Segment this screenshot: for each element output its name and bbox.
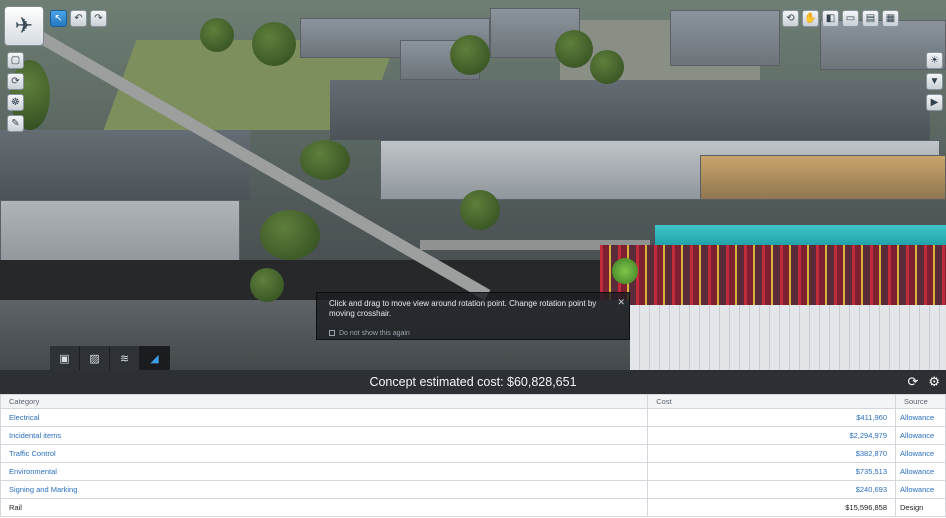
tooltip-hint[interactable]: Do not show this again <box>329 329 410 339</box>
category-link[interactable]: Signing and Marking <box>0 480 649 499</box>
station-canopy <box>655 225 946 247</box>
station-platform <box>630 305 946 370</box>
category-link[interactable]: Incidental items <box>0 426 649 445</box>
table-row: Incidental items $2,294,979 Allowance <box>0 426 946 445</box>
panel-header: Concept estimated cost: $60,828,651 ⟳ ⚙ <box>0 370 946 394</box>
column-header-source[interactable]: Source <box>895 394 946 409</box>
cost-table: Category Cost Source Electrical $411,960… <box>0 394 946 517</box>
panel-title: Concept estimated cost: $60,828,651 <box>369 375 577 389</box>
source-link[interactable]: Allowance <box>895 444 946 463</box>
column-header-category[interactable]: Category <box>0 394 649 409</box>
orbit-icon[interactable]: ⟲ <box>782 10 799 27</box>
category-cell: Rail <box>0 498 649 517</box>
table-row: Electrical $411,960 Allowance <box>0 408 946 427</box>
cost-icon[interactable]: ◢ <box>140 346 170 370</box>
source-link[interactable]: Allowance <box>895 426 946 445</box>
window-icon[interactable]: ▭ <box>842 10 859 27</box>
checkbox[interactable] <box>329 330 335 337</box>
source-link[interactable]: Allowance <box>895 462 946 481</box>
category-link[interactable]: Traffic Control <box>0 444 649 463</box>
refresh-icon[interactable]: ⟳ <box>907 374 918 390</box>
column-header-cost[interactable]: Cost <box>647 394 896 409</box>
cost-cell: $735,513 <box>647 462 896 481</box>
layers-icon[interactable]: ≋ <box>110 346 140 370</box>
category-link[interactable]: Electrical <box>0 408 649 427</box>
navigation-tooltip: Click and drag to move view around rotat… <box>316 292 630 340</box>
compass-icon[interactable]: ▼ <box>926 73 943 90</box>
apartment-block <box>700 155 946 200</box>
split-view-icon[interactable]: ◧ <box>822 10 839 27</box>
category-link[interactable]: Environmental <box>0 462 649 481</box>
source-link[interactable]: Allowance <box>895 408 946 427</box>
redo-icon[interactable]: ↷ <box>90 10 107 27</box>
3d-viewport[interactable]: ✈ ↖ ↶ ↷ ▢ ⟳ ☸ ✎ ⟲ ✋ ◧ ▭ ▤ ▦ ☀ ▼ ▶ Click … <box>0 0 946 370</box>
grid-icon[interactable]: ▦ <box>882 10 899 27</box>
pan-icon[interactable]: ☸ <box>7 94 24 111</box>
rooftops <box>330 80 930 140</box>
layout-icon[interactable]: ▤ <box>862 10 879 27</box>
cost-cell: $240,693 <box>647 480 896 499</box>
monitor-icon[interactable]: ▣ <box>50 346 80 370</box>
cost-panel: Concept estimated cost: $60,828,651 ⟳ ⚙ … <box>0 370 946 518</box>
tooltip-text: Click and drag to move view around rotat… <box>329 299 597 318</box>
cost-cell: $2,294,979 <box>647 426 896 445</box>
rotate-icon[interactable]: ⟳ <box>7 73 24 90</box>
station-structure <box>600 245 946 305</box>
logo-icon[interactable]: ✈ <box>4 6 44 46</box>
building <box>670 10 780 66</box>
video-icon[interactable]: ▶ <box>926 94 943 111</box>
cost-cell: $411,960 <box>647 408 896 427</box>
table-row: Environmental $735,513 Allowance <box>0 462 946 481</box>
clip-icon[interactable]: ▢ <box>7 52 24 69</box>
image-icon[interactable]: ▨ <box>80 346 110 370</box>
table-row: Signing and Marking $240,693 Allowance <box>0 480 946 499</box>
cost-cell: $15,596,858 <box>647 498 896 517</box>
table-row: Rail $15,596,858 Design <box>0 498 946 517</box>
close-icon[interactable]: ✕ <box>617 297 625 307</box>
settings-icon[interactable]: ⚙ <box>928 374 940 390</box>
draw-icon[interactable]: ✎ <box>7 115 24 132</box>
undo-icon[interactable]: ↶ <box>70 10 87 27</box>
viewport-tabs: ▣ ▨ ≋ ◢ <box>50 346 170 370</box>
tooltip-hint-label: Do not show this again <box>339 330 410 337</box>
sun-icon[interactable]: ☀ <box>926 52 943 69</box>
select-icon[interactable]: ↖ <box>50 10 67 27</box>
app-window: ✈ ↖ ↶ ↷ ▢ ⟳ ☸ ✎ ⟲ ✋ ◧ ▭ ▤ ▦ ☀ ▼ ▶ Click … <box>0 0 946 518</box>
table-row: Traffic Control $382,870 Allowance <box>0 444 946 463</box>
table-header-row: Category Cost Source <box>0 394 946 409</box>
hand-icon[interactable]: ✋ <box>802 10 819 27</box>
cost-cell: $382,870 <box>647 444 896 463</box>
source-cell: Design <box>895 498 946 517</box>
source-link[interactable]: Allowance <box>895 480 946 499</box>
